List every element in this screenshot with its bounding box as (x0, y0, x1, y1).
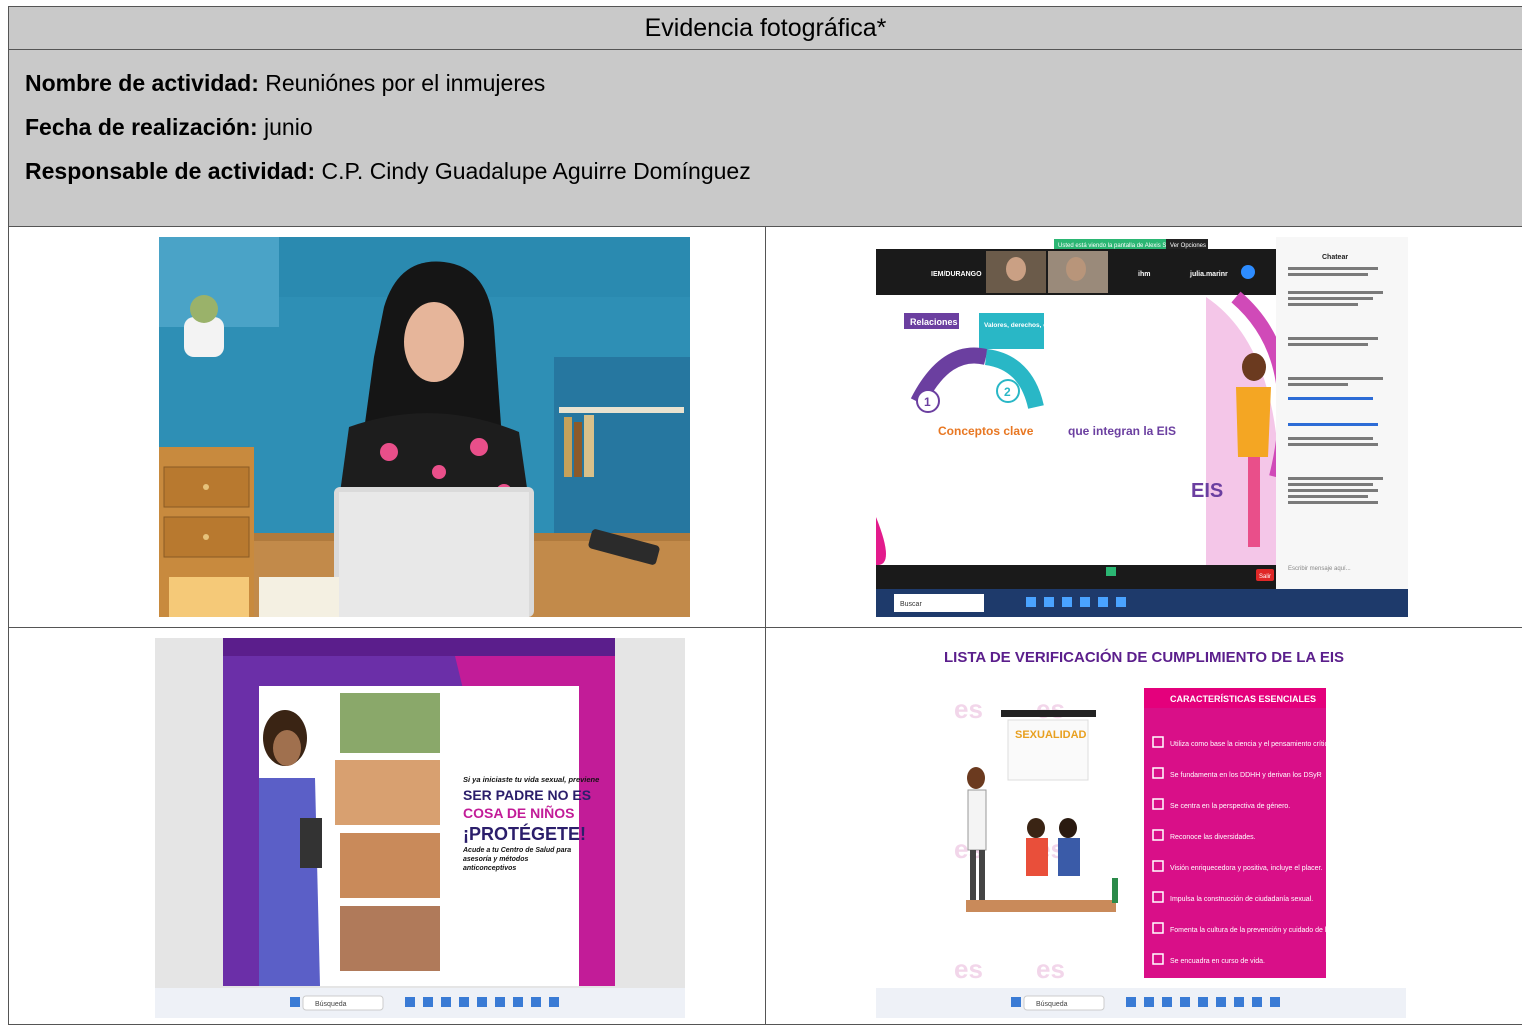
checklist-item-8: Se encuadra en curso de vida. (1170, 958, 1265, 965)
poster-line5: Acude a tu Centro de Salud para asesoría… (463, 847, 572, 872)
poster-line4: ¡PROTÉGETE! (463, 823, 586, 844)
participant-5: julia.marinr (1189, 271, 1228, 278)
evidence-title: Evidencia fotográfica* (8, 6, 1522, 50)
zoom-view-options[interactable]: Ver Opciones (1170, 243, 1206, 249)
checklist-item-6: Impulsa la construcción de ciudadanía se… (1170, 896, 1313, 903)
activity-owner-label: Responsable de actividad: (25, 158, 316, 184)
svg-text:es: es (1036, 954, 1065, 984)
photo-cell-1 (8, 226, 766, 628)
activity-date-value: junio (264, 114, 313, 140)
photo-eis-checklist: LISTA DE VERIFICACIÓN DE CUMPLIMIENTO DE… (876, 638, 1406, 1018)
poster-line3: COSA DE NIÑOS (463, 804, 575, 821)
poster-line1: Si ya iniciaste tu vida sexual, previene (463, 775, 599, 784)
participant-1: IEM/DURANGO (931, 271, 982, 278)
activity-owner-line: Responsable de actividad: C.P. Cindy Gua… (25, 156, 1522, 186)
poster-line2: SER PADRE NO ES (463, 787, 591, 803)
photo-zoom-meeting: Usted está viendo la pantalla de Alexis … (876, 237, 1408, 617)
checklist-item-2: Se fundamenta en los DDHH y derivan los … (1170, 772, 1322, 779)
slide-concepts: Conceptos clave (938, 424, 1034, 438)
next-page-icon[interactable] (1241, 265, 1255, 279)
photo-cell-2: Usted está viendo la pantalla de Alexis … (765, 226, 1522, 628)
checklist-item-7: Fomenta la cultura de la prevención y cu… (1170, 927, 1351, 934)
checklist-item-1: Utiliza como base la ciencia y el pensam… (1170, 741, 1334, 748)
slide-integran: que integran la EIS (1068, 424, 1176, 438)
share-icon[interactable] (1106, 567, 1116, 576)
activity-owner-value: C.P. Cindy Guadalupe Aguirre Domínguez (321, 158, 751, 184)
checklist-title: LISTA DE VERIFICACIÓN DE CUMPLIMIENTO DE… (944, 648, 1344, 666)
chat-input[interactable]: Escribir mensaje aquí... (1288, 566, 1351, 572)
photo-cell-3: Si ya iniciaste tu vida sexual, previene… (8, 627, 766, 1025)
photo-protegete-poster: Si ya iniciaste tu vida sexual, previene… (155, 638, 685, 1018)
activity-date-line: Fecha de realización: junio (25, 112, 1522, 142)
taskbar-search[interactable]: Buscar (900, 601, 922, 608)
checklist-item-5: Visión enriquecedora y positiva, incluye… (1170, 865, 1322, 872)
activity-date-label: Fecha de realización: (25, 114, 258, 140)
zoom-share-banner: Usted está viendo la pantalla de Alexis … (1058, 243, 1179, 249)
slide-tag-valores: Valores, derechos, cultura y sexualidad (984, 322, 1106, 329)
slide-num-1: 1 (924, 395, 931, 409)
sexualidad-sign: SEXUALIDAD (1015, 729, 1087, 741)
participant-4: ihm (1138, 271, 1150, 278)
photo-cell-4: LISTA DE VERIFICACIÓN DE CUMPLIMIENTO DE… (765, 627, 1522, 1025)
chat-title: Chatear (1322, 254, 1348, 261)
slide-num-2: 2 (1004, 385, 1011, 399)
activity-name-value: Reuniónes por el inmujeres (265, 70, 546, 96)
photo-woman-at-desk (159, 237, 690, 617)
taskbar-search-3[interactable]: Búsqueda (315, 1001, 347, 1008)
slide-logo: EIS (1191, 480, 1223, 502)
slide-tag-relaciones: Relaciones (910, 317, 958, 327)
leave-button[interactable]: Salir (1259, 574, 1271, 580)
checklist-panel-title: CARACTERÍSTICAS ESENCIALES (1170, 694, 1316, 704)
svg-text:es: es (954, 954, 983, 984)
checklist-item-3: Se centra en la perspectiva de género. (1170, 803, 1290, 810)
activity-name-line: Nombre de actividad: Reuniónes por el in… (25, 68, 1522, 98)
evidence-sheet: Evidencia fotográfica* Nombre de activid… (8, 6, 1522, 1025)
evidence-table: Evidencia fotográfica* Nombre de activid… (8, 6, 1522, 1025)
taskbar-search-4[interactable]: Búsqueda (1036, 1001, 1068, 1008)
checklist-item-4: Reconoce las diversidades. (1170, 834, 1256, 841)
activity-name-label: Nombre de actividad: (25, 70, 259, 96)
svg-text:es: es (954, 694, 983, 724)
activity-info: Nombre de actividad: Reuniónes por el in… (8, 49, 1522, 227)
